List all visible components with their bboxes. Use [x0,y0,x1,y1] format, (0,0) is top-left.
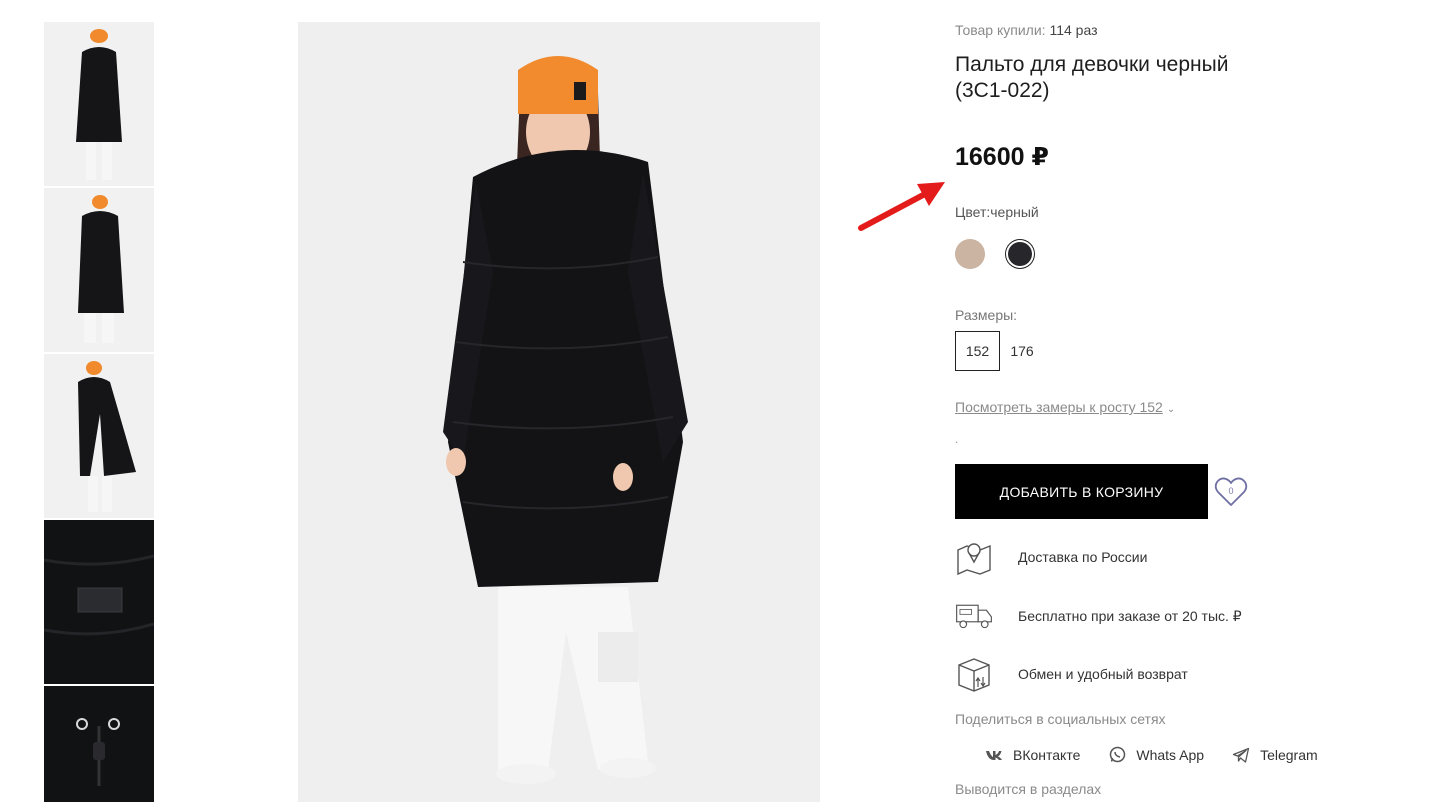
feature-delivery-text: Доставка по России [1018,549,1148,565]
purchase-count-label: Товар купили: [955,22,1046,38]
share-vk-link[interactable]: ВКонтакте [985,746,1080,764]
color-swatch-black[interactable] [1008,242,1032,266]
thumbnail-front-view[interactable] [44,22,154,186]
box-exchange-icon [958,658,990,692]
share-vk-label: ВКонтакте [1013,747,1081,763]
share-label: Поделиться в социальных сетях [955,711,1166,727]
thumbnail-drawstring-detail[interactable] [44,686,154,802]
product-title: Пальто для девочки черный (3С1-022) [955,53,1229,102]
annotation-arrow [858,182,945,231]
feature-delivery: Доставка по России [955,538,1147,576]
sections-label: Выводится в разделах [955,781,1102,797]
telegram-icon [1232,747,1250,763]
color-swatch-beige[interactable] [955,239,985,269]
vk-icon [986,751,1002,760]
main-product-image[interactable] [298,22,820,802]
thumbnail-gallery [44,22,154,802]
thumbnail-open-coat-view[interactable] [44,354,154,518]
separator-dot: . [955,432,959,446]
chevron-down-icon: ⌄ [1166,404,1176,415]
measurements-link[interactable]: Посмотреть замеры к росту 152 ⌄ [955,399,1175,415]
whatsapp-icon [1110,746,1126,763]
thumbnail-back-view[interactable] [44,188,154,352]
size-option-152[interactable]: 152 [955,331,1000,371]
share-whatsapp-label: Whats App [1136,747,1205,763]
share-telegram-link[interactable]: Telegram [1232,746,1318,764]
color-label: Цвет:черный [955,204,1039,220]
social-share-links: ВКонтакте Whats App Telegram [985,746,1318,764]
feature-free-shipping: Бесплатно при заказе от 20 тыс. ₽ [955,597,1242,635]
color-swatches [955,239,1032,269]
feature-returns: Обмен и удобный возврат [955,655,1188,693]
product-price: 16600 ₽ [955,143,1049,171]
feature-returns-text: Обмен и удобный возврат [1018,666,1188,682]
thumbnail-fabric-detail[interactable] [44,520,154,684]
favorite-button[interactable]: 0 [1213,474,1249,510]
add-to-cart-button[interactable]: ДОБАВИТЬ В КОРЗИНУ [955,464,1208,519]
free-delivery-truck-icon [956,604,992,629]
sizes-label: Размеры: [955,307,1018,323]
size-option-176[interactable]: 176 [1000,331,1044,371]
feature-free-shipping-text: Бесплатно при заказе от 20 тыс. ₽ [1018,607,1242,624]
share-telegram-label: Telegram [1260,747,1318,763]
size-selector: 152 176 [955,331,1044,371]
share-whatsapp-link[interactable]: Whats App [1108,746,1204,764]
purchase-count-value: 114 раз [1049,22,1098,38]
measurements-link-text: Посмотреть замеры к росту 152 [955,399,1163,415]
purchase-count: Товар купили: 114 раз [955,22,1098,38]
favorite-count: 0 [1228,486,1234,496]
map-pin-icon [957,543,991,576]
